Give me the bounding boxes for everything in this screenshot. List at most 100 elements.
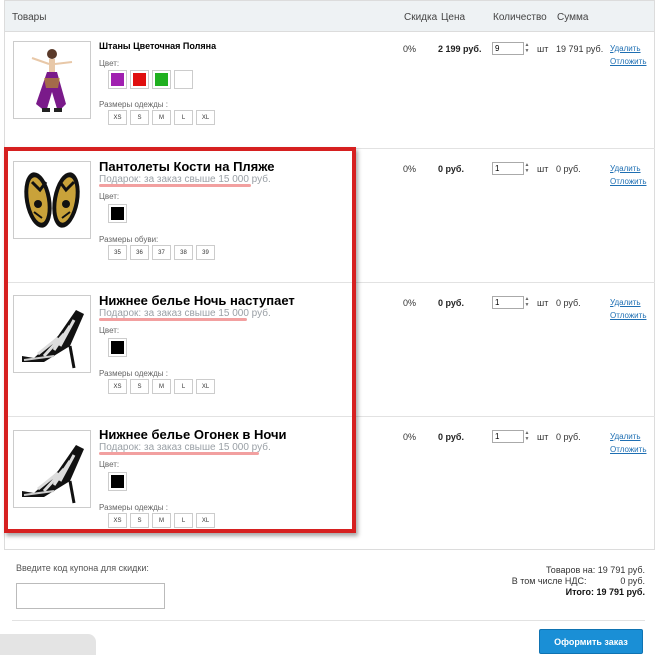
unit-label: шт	[537, 298, 549, 308]
size-option[interactable]: 36	[130, 245, 149, 260]
size-option[interactable]: 39	[196, 245, 215, 260]
col-sum-header: Сумма	[557, 12, 589, 23]
product-title[interactable]: Нижнее белье Ночь наступает	[99, 293, 295, 308]
size-label: Размеры одежды :	[99, 100, 168, 109]
delete-link[interactable]: Удалить	[610, 298, 641, 307]
discount-value: 0%	[403, 432, 417, 442]
size-option[interactable]: M	[152, 110, 171, 125]
color-swatches	[108, 70, 193, 89]
cart-row: Нижнее белье Огонек в Ночи Подарок: за з…	[4, 417, 655, 550]
sum-value: 0 руб.	[556, 298, 581, 308]
color-label: Цвет:	[99, 460, 120, 469]
size-option[interactable]: S	[130, 379, 149, 394]
size-option[interactable]: XL	[196, 513, 215, 528]
quantity-stepper[interactable]: ▲ ▼	[524, 162, 530, 175]
color-label: Цвет:	[99, 59, 120, 68]
size-option[interactable]: L	[174, 110, 193, 125]
vat-label: В том числе НДС:	[511, 576, 587, 586]
checkout-button[interactable]: Оформить заказ	[539, 629, 643, 654]
color-swatch[interactable]	[108, 472, 127, 491]
unit-label: шт	[537, 164, 549, 174]
gift-underline	[99, 452, 259, 455]
gift-underline	[99, 184, 251, 187]
cart-table-header: Товары Скидка Цена Количество Сумма	[4, 0, 655, 32]
grand-total-label: Итого:	[565, 587, 594, 597]
discount-value: 0%	[403, 298, 417, 308]
cart-row: Нижнее белье Ночь наступает Подарок: за …	[4, 283, 655, 417]
size-options: 35 36 37 38 39	[108, 245, 215, 260]
delete-link[interactable]: Удалить	[610, 164, 641, 173]
size-option[interactable]: 35	[108, 245, 127, 260]
size-option[interactable]: XL	[196, 379, 215, 394]
product-title[interactable]: Нижнее белье Огонек в Ночи	[99, 427, 287, 442]
size-option[interactable]: XS	[108, 110, 127, 125]
coupon-input[interactable]	[16, 583, 165, 609]
size-option[interactable]: XS	[108, 513, 127, 528]
color-swatches	[108, 338, 127, 357]
col-quantity-header: Количество	[493, 12, 547, 23]
postpone-link[interactable]: Отложить	[610, 177, 646, 186]
postpone-link[interactable]: Отложить	[610, 311, 646, 320]
quantity-stepper[interactable]: ▲ ▼	[524, 42, 530, 55]
color-swatch[interactable]	[108, 204, 127, 223]
size-option[interactable]: L	[174, 379, 193, 394]
unit-label: шт	[537, 432, 549, 442]
color-swatch[interactable]	[108, 70, 127, 89]
quantity-stepper[interactable]: ▲ ▼	[524, 296, 530, 309]
delete-link[interactable]: Удалить	[610, 44, 641, 53]
size-option[interactable]: S	[130, 513, 149, 528]
size-option[interactable]: XL	[196, 110, 215, 125]
goods-total-value: 19 791 руб.	[597, 565, 645, 575]
quantity-stepper[interactable]: ▲ ▼	[524, 430, 530, 443]
size-option[interactable]: L	[174, 513, 193, 528]
postpone-link[interactable]: Отложить	[610, 445, 646, 454]
bottom-tab	[0, 634, 96, 655]
gift-underline	[99, 318, 247, 321]
product-image-high-heel[interactable]	[13, 295, 91, 373]
sum-value: 0 руб.	[556, 164, 581, 174]
col-products-header: Товары	[12, 12, 47, 23]
color-swatch[interactable]	[174, 70, 193, 89]
color-swatch[interactable]	[108, 338, 127, 357]
color-label: Цвет:	[99, 326, 120, 335]
col-price-header: Цена	[441, 12, 466, 23]
product-image-woman-pants[interactable]	[13, 41, 91, 119]
quantity-input[interactable]	[492, 430, 524, 443]
quantity-input[interactable]	[492, 296, 524, 309]
grand-total: Итого: 19 791 руб.	[566, 587, 645, 597]
quantity-input[interactable]	[492, 162, 524, 175]
size-option[interactable]: 38	[174, 245, 193, 260]
cart-row: Штаны Цветочная Поляна Цвет: Размеры оде…	[4, 32, 655, 149]
size-option[interactable]: XS	[108, 379, 127, 394]
price-value: 0 руб.	[438, 432, 464, 442]
col-discount-header: Скидка	[404, 12, 438, 23]
price-value: 0 руб.	[438, 164, 464, 174]
quantity-input[interactable]	[492, 42, 524, 55]
color-swatch[interactable]	[152, 70, 171, 89]
color-label: Цвет:	[99, 192, 120, 201]
vat-total: В том числе НДС: 0 руб.	[512, 576, 645, 586]
size-option[interactable]: 37	[152, 245, 171, 260]
color-swatches	[108, 204, 127, 223]
size-options: XS S M L XL	[108, 379, 215, 394]
size-option[interactable]: M	[152, 513, 171, 528]
postpone-link[interactable]: Отложить	[610, 57, 646, 66]
coupon-label: Введите код купона для скидки:	[16, 563, 149, 573]
product-image-flip-flops[interactable]	[13, 161, 91, 239]
discount-value: 0%	[403, 44, 417, 54]
grand-total-value: 19 791 руб.	[596, 587, 645, 597]
vat-value: 0 руб.	[620, 576, 645, 586]
goods-total-label: Товаров на:	[546, 565, 596, 575]
product-title[interactable]: Штаны Цветочная Поляна	[99, 41, 216, 51]
sum-value: 19 791 руб.	[556, 44, 604, 54]
product-title[interactable]: Пантолеты Кости на Пляже	[99, 159, 275, 174]
delete-link[interactable]: Удалить	[610, 432, 641, 441]
product-image-high-heel[interactable]	[13, 430, 91, 508]
color-swatch[interactable]	[130, 70, 149, 89]
size-option[interactable]: M	[152, 379, 171, 394]
size-options: XS S M L XL	[108, 110, 215, 125]
unit-label: шт	[537, 44, 549, 54]
size-option[interactable]: S	[130, 110, 149, 125]
size-label: Размеры одежды :	[99, 503, 168, 512]
cart-row: Пантолеты Кости на Пляже Подарок: за зак…	[4, 149, 655, 283]
